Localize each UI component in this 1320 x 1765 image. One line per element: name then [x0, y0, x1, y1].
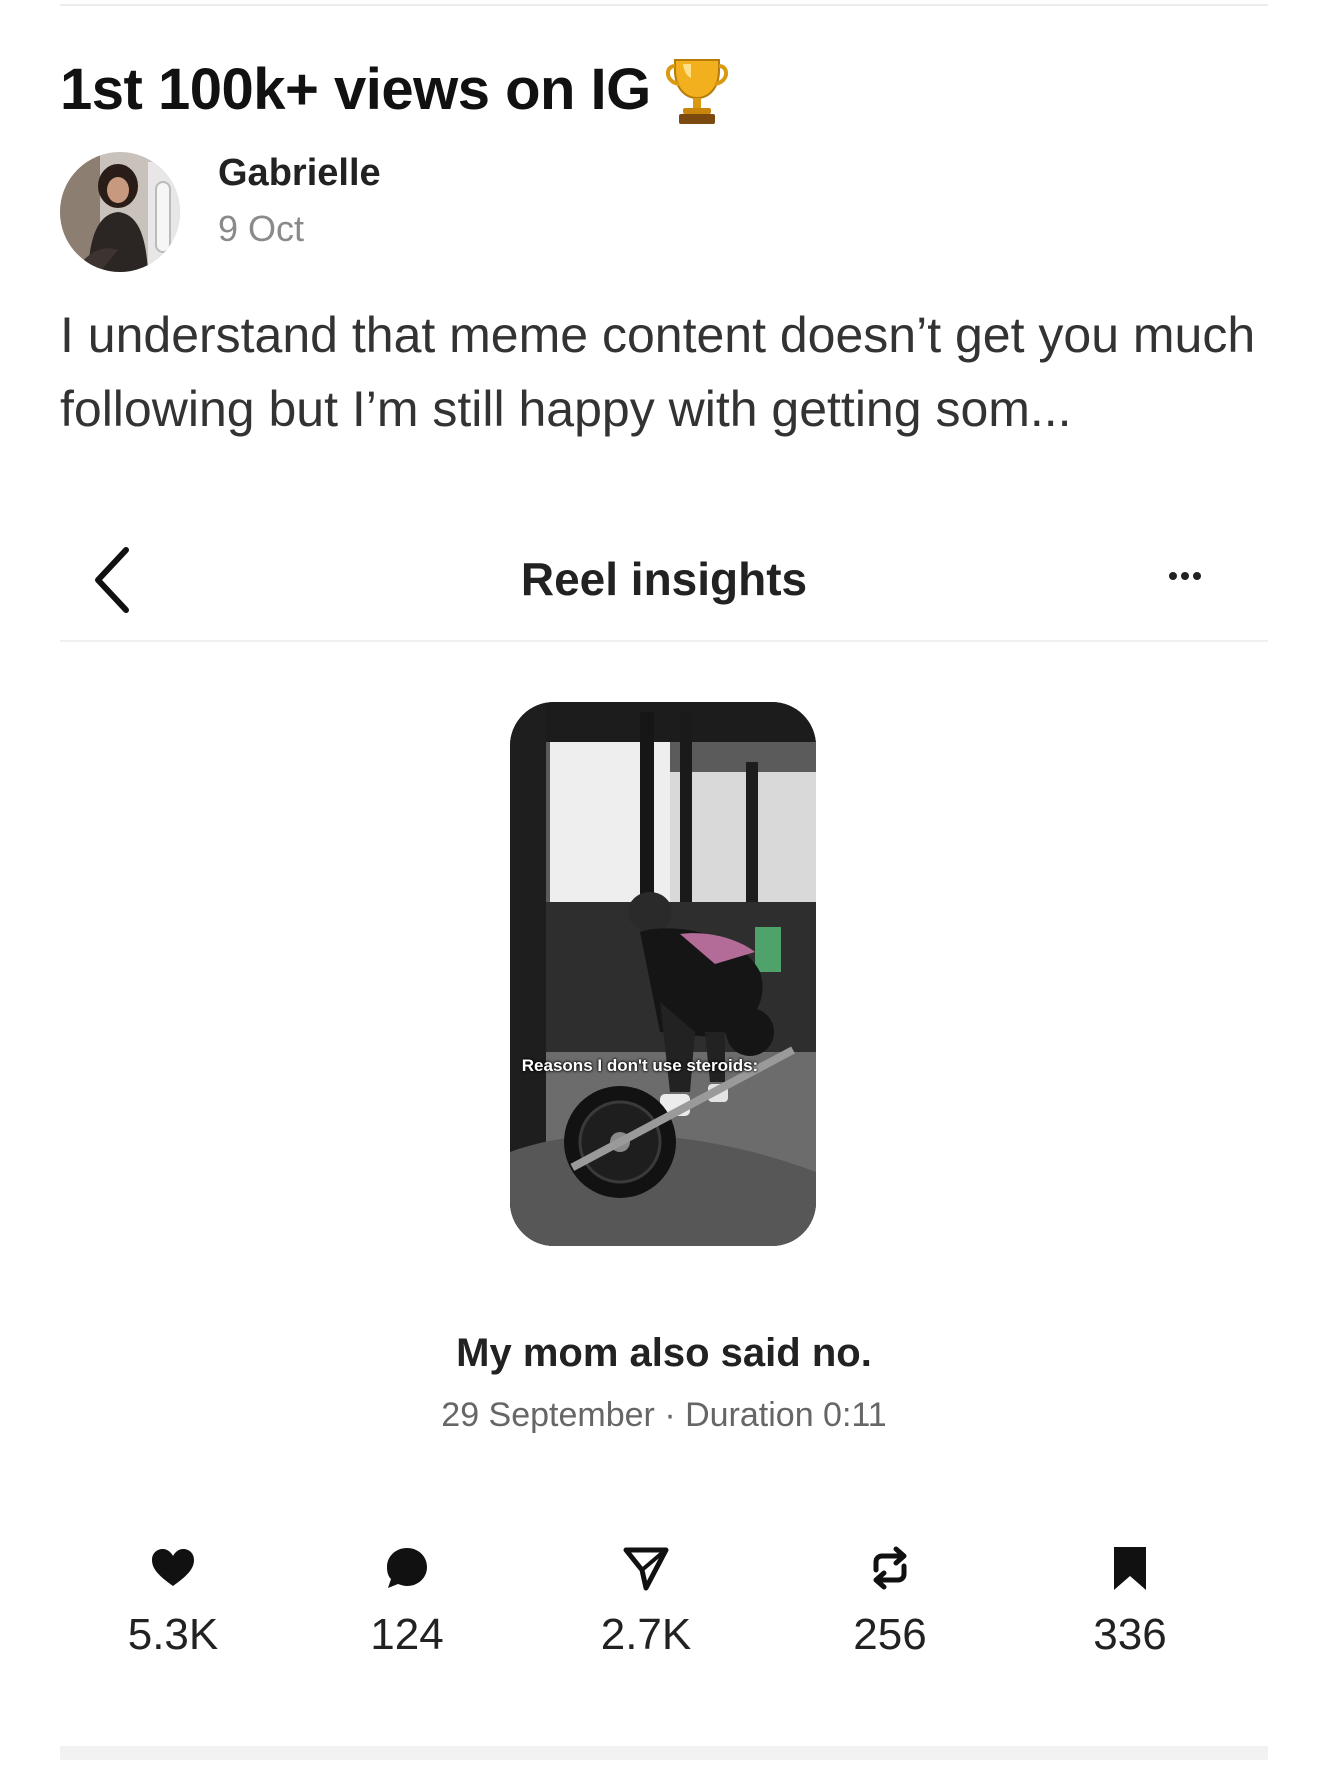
saves-count: 336	[1093, 1610, 1167, 1659]
reel-insights-screenshot[interactable]: Reel insights Reasons I don't use steroi…	[60, 516, 1268, 1746]
thumbnail-overlay-text: Reasons I don't use steroids:	[521, 1056, 759, 1075]
send-icon	[623, 1547, 669, 1591]
likes-count: 5.3K	[127, 1610, 219, 1659]
post-title: 1st 100k+ views on IG	[60, 52, 729, 126]
shares-count: 2.7K	[600, 1610, 692, 1659]
post-excerpt[interactable]: I understand that meme content doesn’t g…	[60, 298, 1270, 446]
gym-deadlift-image	[510, 702, 816, 1246]
heart-icon	[152, 1549, 194, 1586]
comment-icon	[387, 1548, 427, 1588]
top-divider	[60, 4, 1268, 6]
header-divider	[60, 640, 1268, 642]
reel-meta: 29 September · Duration 0:11	[441, 1396, 887, 1434]
reel-insights-title: Reel insights	[520, 553, 808, 605]
reel-thumbnail[interactable]: Reasons I don't use steroids:	[510, 702, 816, 1246]
reel-caption: My mom also said no.	[456, 1331, 872, 1375]
bookmark-icon	[1114, 1547, 1146, 1590]
more-horizontal-icon	[1169, 572, 1201, 580]
reposts-count: 256	[853, 1610, 927, 1659]
avatar-photo	[60, 152, 180, 272]
saves-stat[interactable]: 336	[1040, 1544, 1220, 1660]
reposts-stat[interactable]: 256	[800, 1544, 980, 1660]
bottom-divider	[60, 1746, 1268, 1760]
comments-count: 124	[370, 1610, 444, 1659]
comments-stat[interactable]: 124	[317, 1544, 497, 1660]
trophy-icon	[665, 59, 728, 124]
post-title-text: 1st 100k+ views on IG	[60, 56, 651, 122]
more-options-button[interactable]	[1150, 556, 1220, 596]
repost-icon	[873, 1546, 907, 1590]
likes-stat[interactable]: 5.3K	[83, 1544, 263, 1660]
shares-stat[interactable]: 2.7K	[556, 1544, 736, 1660]
post-date: 9 Oct	[218, 208, 305, 249]
author-name[interactable]: Gabrielle	[218, 152, 381, 195]
author-avatar[interactable]	[60, 152, 180, 272]
